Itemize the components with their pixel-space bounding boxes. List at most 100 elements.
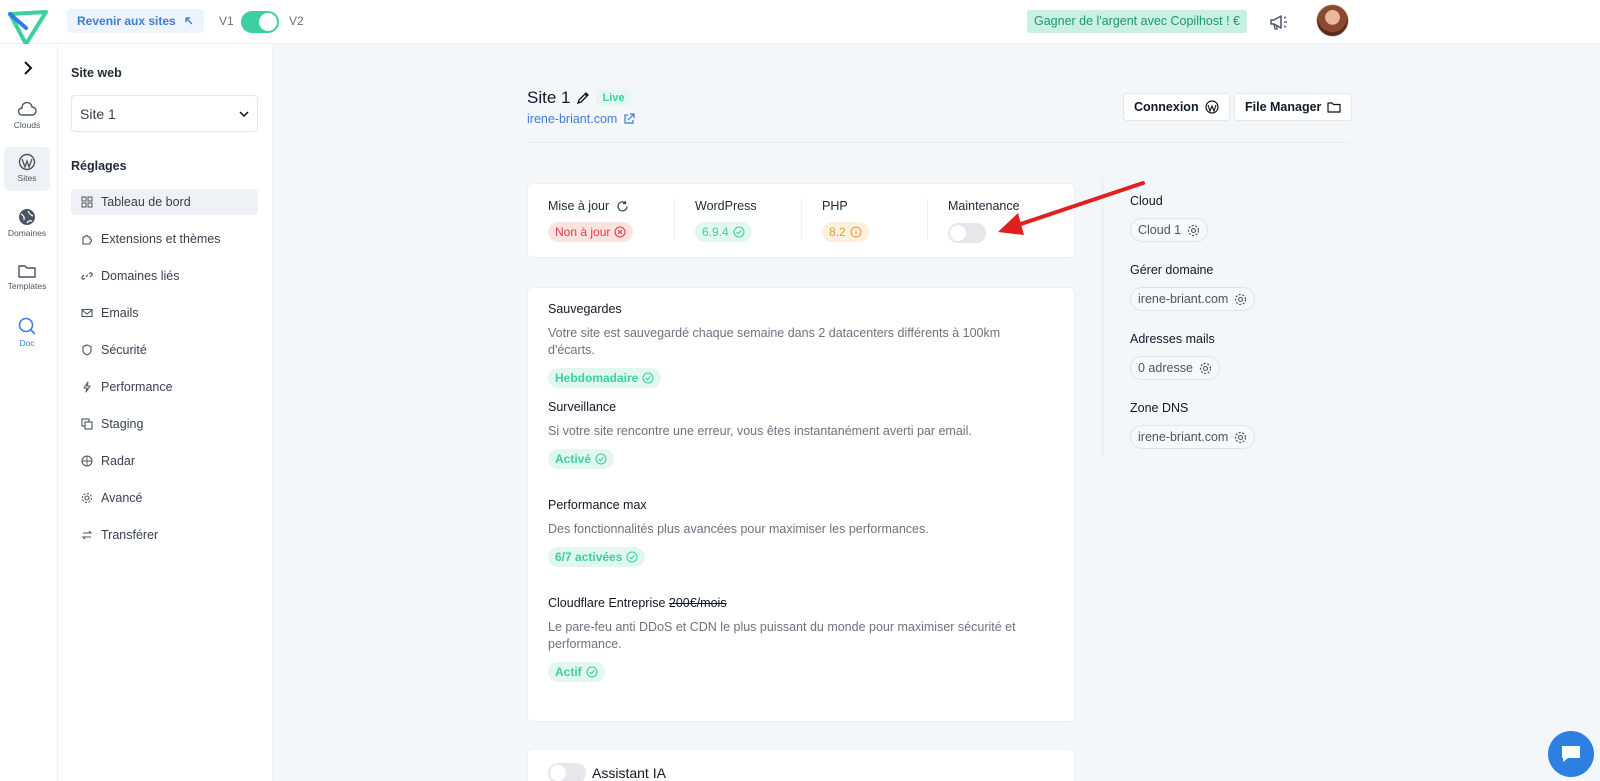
site-select-value: Site 1	[80, 105, 116, 122]
puzzle-icon	[82, 235, 92, 245]
info-circle-icon	[850, 226, 862, 238]
pencil-icon[interactable]	[576, 91, 590, 105]
arrow-up-left-icon	[185, 17, 193, 25]
copy-icon	[81, 418, 93, 430]
update-label: Mise à jour	[548, 199, 610, 213]
mail-addresses-chip[interactable]: 0 adresse	[1130, 356, 1220, 380]
folder-icon	[1327, 102, 1342, 113]
v1-label: V1	[219, 14, 234, 28]
feature-surveillance: Surveillance Si votre site rencontre une…	[548, 400, 1048, 469]
refresh-icon[interactable]	[616, 200, 629, 213]
check-circle-icon	[642, 372, 654, 384]
site-title-text: Site 1	[527, 88, 571, 107]
divider	[801, 199, 802, 240]
chevron-right-icon[interactable]	[20, 60, 36, 76]
nav-label: Emails	[101, 306, 139, 320]
nav-label: Performance	[101, 380, 173, 394]
version-toggle[interactable]	[241, 11, 279, 33]
features-card: Sauvegardes Votre site est sauvegardé ch…	[527, 287, 1075, 722]
nav-item-emails[interactable]: Emails	[71, 300, 258, 326]
dashboard-icon	[81, 196, 93, 208]
rail-item-templates[interactable]: Templates	[4, 257, 50, 301]
rail-item-doc[interactable]: Doc	[4, 310, 50, 354]
header-divider	[527, 142, 1349, 143]
feature-badge: 6/7 activées	[548, 547, 646, 567]
nav-item-radar[interactable]: Radar	[71, 448, 258, 474]
feature-title: Sauvegardes	[548, 302, 622, 316]
file-manager-label: File Manager	[1245, 100, 1322, 114]
reglages-heading: Réglages	[71, 159, 127, 173]
feature-cloudflare: Cloudflare Entreprise 200€/mois Le pare-…	[548, 596, 1048, 682]
nav-label: Transférer	[101, 528, 159, 542]
check-circle-icon	[626, 551, 638, 563]
nav-item-extensions[interactable]: Extensions et thèmes	[71, 226, 258, 252]
update-value: Non à jour	[555, 225, 611, 239]
php-version: 8.2	[829, 225, 846, 239]
manage-domain-chip[interactable]: irene-briant.com	[1130, 287, 1256, 311]
feature-title: Surveillance	[548, 400, 617, 414]
copilhost-logo[interactable]	[6, 8, 50, 46]
earn-money-button[interactable]: Gagner de l'argent avec Copilhost ! €	[1027, 10, 1247, 33]
nav-label: Radar	[101, 454, 136, 468]
file-manager-button[interactable]: File Manager	[1234, 93, 1353, 121]
site-select[interactable]: Site 1	[71, 95, 258, 132]
php-label: PHP	[822, 199, 848, 213]
rail-label: Templates	[7, 281, 47, 291]
icon-rail: Clouds Sites Domaines Templates Doc	[0, 44, 58, 781]
nav-label: Extensions et thèmes	[101, 232, 221, 246]
nav-item-domaines-lies[interactable]: Domaines liés	[71, 263, 258, 289]
x-circle-icon	[614, 226, 626, 238]
nav-item-securite[interactable]: Sécurité	[71, 337, 258, 363]
chat-button[interactable]	[1548, 731, 1594, 777]
rail-label: Sites	[17, 173, 37, 183]
check-circle-icon	[733, 226, 745, 238]
megaphone-icon[interactable]	[1268, 11, 1290, 33]
top-bar: Revenir aux sites V1 V2 Gagner de l'arge…	[0, 0, 1600, 46]
wordpress-label: WordPress	[695, 199, 757, 213]
check-circle-icon	[586, 666, 598, 678]
settings-nav: Tableau de bord Extensions et thèmes Dom…	[71, 189, 258, 559]
feature-badge: Actif	[548, 662, 605, 682]
php-version-badge: 8.2	[822, 222, 869, 242]
feature-description: Le pare-feu anti DDoS et CDN le plus pui…	[548, 620, 1016, 651]
chat-icon	[1562, 746, 1580, 762]
nav-item-transferer[interactable]: Transférer	[71, 522, 258, 548]
rail-item-sites[interactable]: Sites	[4, 147, 50, 191]
rail-item-domaines[interactable]: Domaines	[4, 202, 50, 246]
nav-item-staging[interactable]: Staging	[71, 411, 258, 437]
gear-icon	[81, 492, 93, 504]
assistant-toggle[interactable]	[548, 763, 586, 781]
feature-sauvegardes: Sauvegardes Votre site est sauvegardé ch…	[548, 302, 1048, 388]
site-web-heading: Site web	[71, 66, 122, 80]
wordpress-status: WordPress 6.9.4	[695, 199, 757, 242]
folder-icon	[18, 265, 36, 278]
gear-icon	[1199, 362, 1212, 374]
bolt-icon	[83, 381, 91, 393]
assistant-card: Assistant IA	[527, 749, 1075, 781]
nav-item-dashboard[interactable]: Tableau de bord	[71, 189, 258, 215]
nav-label: Domaines liés	[101, 269, 180, 283]
radar-icon	[81, 455, 93, 467]
update-status-badge: Non à jour	[548, 222, 634, 242]
feature-title: Cloudflare Entreprise 200€/mois	[548, 596, 1048, 610]
update-status: Mise à jour Non à jour	[548, 199, 634, 242]
back-to-sites-button[interactable]: Revenir aux sites	[67, 9, 204, 33]
user-avatar[interactable]	[1316, 4, 1349, 37]
maintenance-toggle[interactable]	[948, 223, 986, 243]
wordpress-version: 6.9.4	[702, 225, 729, 239]
rail-label: Doc	[19, 338, 35, 348]
feature-badge-label: Activé	[555, 452, 592, 466]
connexion-button[interactable]: Connexion	[1123, 93, 1230, 121]
nav-label: Staging	[101, 417, 144, 431]
divider	[927, 199, 928, 240]
rail-item-clouds[interactable]: Clouds	[4, 96, 50, 140]
nav-item-performance[interactable]: Performance	[71, 374, 258, 400]
dns-zone-chip[interactable]: irene-briant.com	[1130, 425, 1256, 449]
site-url-link[interactable]: irene-briant.com	[527, 112, 635, 126]
manage-domain-block: Gérer domaine irene-briant.com	[1130, 263, 1256, 311]
nav-item-avance[interactable]: Avancé	[71, 485, 258, 511]
feature-performance-max: Performance max Des fonctionnalités plus…	[548, 498, 1048, 567]
nav-label: Avancé	[101, 491, 143, 505]
feature-description: Des fonctionnalités plus avancées pour m…	[548, 522, 929, 536]
mail-addresses-title: Adresses mails	[1130, 332, 1215, 346]
